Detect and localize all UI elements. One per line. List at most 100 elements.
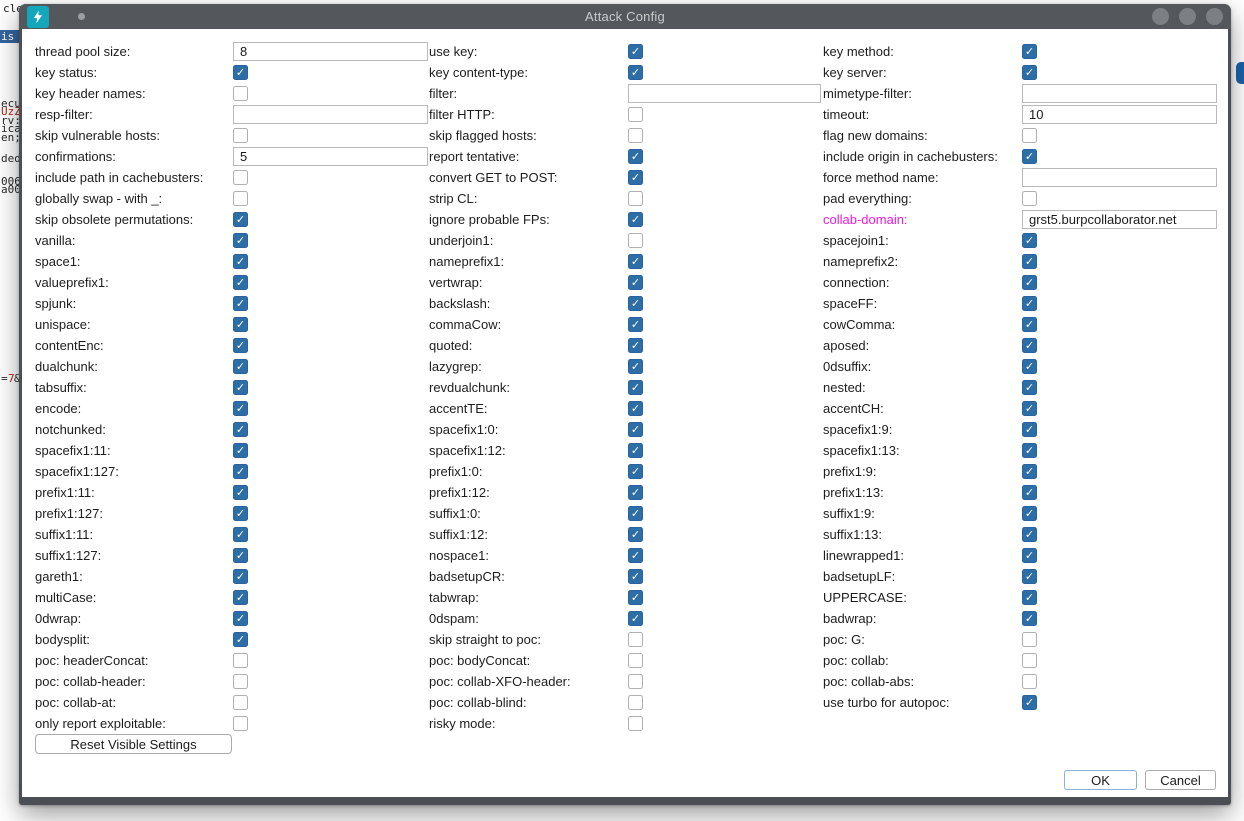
spjunk-checkbox[interactable]: ✓ — [233, 296, 248, 311]
nameprefix2-checkbox[interactable]: ✓ — [1022, 254, 1037, 269]
force-method-name-field[interactable] — [1022, 168, 1217, 187]
key-content-type-checkbox[interactable]: ✓ — [628, 65, 643, 80]
key-method-checkbox[interactable]: ✓ — [1022, 44, 1037, 59]
prefix1-0-checkbox[interactable]: ✓ — [628, 464, 643, 479]
spacefix1-127-checkbox[interactable]: ✓ — [233, 464, 248, 479]
globally-swap-with-checkbox[interactable] — [233, 191, 248, 206]
prefix1-127-checkbox[interactable]: ✓ — [233, 506, 248, 521]
suffix1-11-checkbox[interactable]: ✓ — [233, 527, 248, 542]
connection-checkbox[interactable]: ✓ — [1022, 275, 1037, 290]
contentenc-checkbox[interactable]: ✓ — [233, 338, 248, 353]
poc-bodyconcat-checkbox[interactable] — [628, 653, 643, 668]
include-origin-in-cachebusters-checkbox[interactable]: ✓ — [1022, 149, 1037, 164]
suffix1-127-checkbox[interactable]: ✓ — [233, 548, 248, 563]
nameprefix1-checkbox[interactable]: ✓ — [628, 254, 643, 269]
collab-domain-field[interactable] — [1022, 210, 1217, 229]
uppercase-checkbox[interactable]: ✓ — [1022, 590, 1037, 605]
bodysplit-checkbox[interactable]: ✓ — [233, 632, 248, 647]
prefix1-9-checkbox[interactable]: ✓ — [1022, 464, 1037, 479]
spacefix1-0-checkbox[interactable]: ✓ — [628, 422, 643, 437]
pad-everything-checkbox[interactable] — [1022, 191, 1037, 206]
thread-pool-size-field[interactable] — [233, 42, 428, 61]
poc-collab-xfo-header-checkbox[interactable] — [628, 674, 643, 689]
nospace1-checkbox[interactable]: ✓ — [628, 548, 643, 563]
accentch-checkbox[interactable]: ✓ — [1022, 401, 1037, 416]
valueprefix1-checkbox[interactable]: ✓ — [233, 275, 248, 290]
cowcomma-checkbox[interactable]: ✓ — [1022, 317, 1037, 332]
flag-new-domains-checkbox[interactable] — [1022, 128, 1037, 143]
unispace-checkbox[interactable]: ✓ — [233, 317, 248, 332]
titlebar[interactable]: Attack Config — [19, 4, 1231, 29]
nested-checkbox[interactable]: ✓ — [1022, 380, 1037, 395]
poc-collab-at-checkbox[interactable] — [233, 695, 248, 710]
confirmations-field[interactable] — [233, 147, 428, 166]
spacefix1-9-checkbox[interactable]: ✓ — [1022, 422, 1037, 437]
space1-checkbox[interactable]: ✓ — [233, 254, 248, 269]
0dspam-checkbox[interactable]: ✓ — [628, 611, 643, 626]
include-path-in-cachebusters-checkbox[interactable] — [233, 170, 248, 185]
suffix1-9-checkbox[interactable]: ✓ — [1022, 506, 1037, 521]
badsetupcr-checkbox[interactable]: ✓ — [628, 569, 643, 584]
use-key-checkbox[interactable]: ✓ — [628, 44, 643, 59]
poc-collab-blind-checkbox[interactable] — [628, 695, 643, 710]
report-tentative-checkbox[interactable]: ✓ — [628, 149, 643, 164]
filter-http-checkbox[interactable] — [628, 107, 643, 122]
multicase-checkbox[interactable]: ✓ — [233, 590, 248, 605]
spaceff-checkbox[interactable]: ✓ — [1022, 296, 1037, 311]
risky-mode-checkbox[interactable] — [628, 716, 643, 731]
spacefix1-12-checkbox[interactable]: ✓ — [628, 443, 643, 458]
skip-straight-to-poc-checkbox[interactable] — [628, 632, 643, 647]
linewrapped1-checkbox[interactable]: ✓ — [1022, 548, 1037, 563]
backslash-checkbox[interactable]: ✓ — [628, 296, 643, 311]
underjoin1-checkbox[interactable] — [628, 233, 643, 248]
notchunked-checkbox[interactable]: ✓ — [233, 422, 248, 437]
spacejoin1-checkbox[interactable]: ✓ — [1022, 233, 1037, 248]
window-control-button[interactable] — [1179, 8, 1196, 25]
reset-visible-settings-button[interactable]: Reset Visible Settings — [35, 734, 232, 754]
badwrap-checkbox[interactable]: ✓ — [1022, 611, 1037, 626]
poc-g-checkbox[interactable] — [1022, 632, 1037, 647]
key-status-checkbox[interactable]: ✓ — [233, 65, 248, 80]
suffix1-13-checkbox[interactable]: ✓ — [1022, 527, 1037, 542]
commacow-checkbox[interactable]: ✓ — [628, 317, 643, 332]
vanilla-checkbox[interactable]: ✓ — [233, 233, 248, 248]
spacefix1-11-checkbox[interactable]: ✓ — [233, 443, 248, 458]
only-report-exploitable-checkbox[interactable] — [233, 716, 248, 731]
ignore-probable-fps-checkbox[interactable]: ✓ — [628, 212, 643, 227]
vertwrap-checkbox[interactable]: ✓ — [628, 275, 643, 290]
use-turbo-for-autopoc-checkbox[interactable]: ✓ — [1022, 695, 1037, 710]
dualchunk-checkbox[interactable]: ✓ — [233, 359, 248, 374]
strip-cl-checkbox[interactable] — [628, 191, 643, 206]
0dwrap-checkbox[interactable]: ✓ — [233, 611, 248, 626]
encode-checkbox[interactable]: ✓ — [233, 401, 248, 416]
prefix1-13-checkbox[interactable]: ✓ — [1022, 485, 1037, 500]
0dsuffix-checkbox[interactable]: ✓ — [1022, 359, 1037, 374]
quoted-checkbox[interactable]: ✓ — [628, 338, 643, 353]
accentte-checkbox[interactable]: ✓ — [628, 401, 643, 416]
key-server-checkbox[interactable]: ✓ — [1022, 65, 1037, 80]
skip-obsolete-permutations-checkbox[interactable]: ✓ — [233, 212, 248, 227]
timeout-field[interactable] — [1022, 105, 1217, 124]
suffix1-12-checkbox[interactable]: ✓ — [628, 527, 643, 542]
poc-headerconcat-checkbox[interactable] — [233, 653, 248, 668]
revdualchunk-checkbox[interactable]: ✓ — [628, 380, 643, 395]
aposed-checkbox[interactable]: ✓ — [1022, 338, 1037, 353]
key-header-names-checkbox[interactable] — [233, 86, 248, 101]
mimetype-filter-field[interactable] — [1022, 84, 1217, 103]
ok-button[interactable]: OK — [1064, 770, 1137, 790]
gareth1-checkbox[interactable]: ✓ — [233, 569, 248, 584]
suffix1-0-checkbox[interactable]: ✓ — [628, 506, 643, 521]
tabsuffix-checkbox[interactable]: ✓ — [233, 380, 248, 395]
prefix1-12-checkbox[interactable]: ✓ — [628, 485, 643, 500]
tabwrap-checkbox[interactable]: ✓ — [628, 590, 643, 605]
poc-collab-abs-checkbox[interactable] — [1022, 674, 1037, 689]
poc-collab-checkbox[interactable] — [1022, 653, 1037, 668]
window-control-button[interactable] — [1206, 8, 1223, 25]
cancel-button[interactable]: Cancel — [1145, 770, 1216, 790]
filter-field[interactable] — [628, 84, 821, 103]
badsetuplf-checkbox[interactable]: ✓ — [1022, 569, 1037, 584]
convert-get-to-post-checkbox[interactable]: ✓ — [628, 170, 643, 185]
window-control-button[interactable] — [1152, 8, 1169, 25]
skip-vulnerable-hosts-checkbox[interactable] — [233, 128, 248, 143]
spacefix1-13-checkbox[interactable]: ✓ — [1022, 443, 1037, 458]
